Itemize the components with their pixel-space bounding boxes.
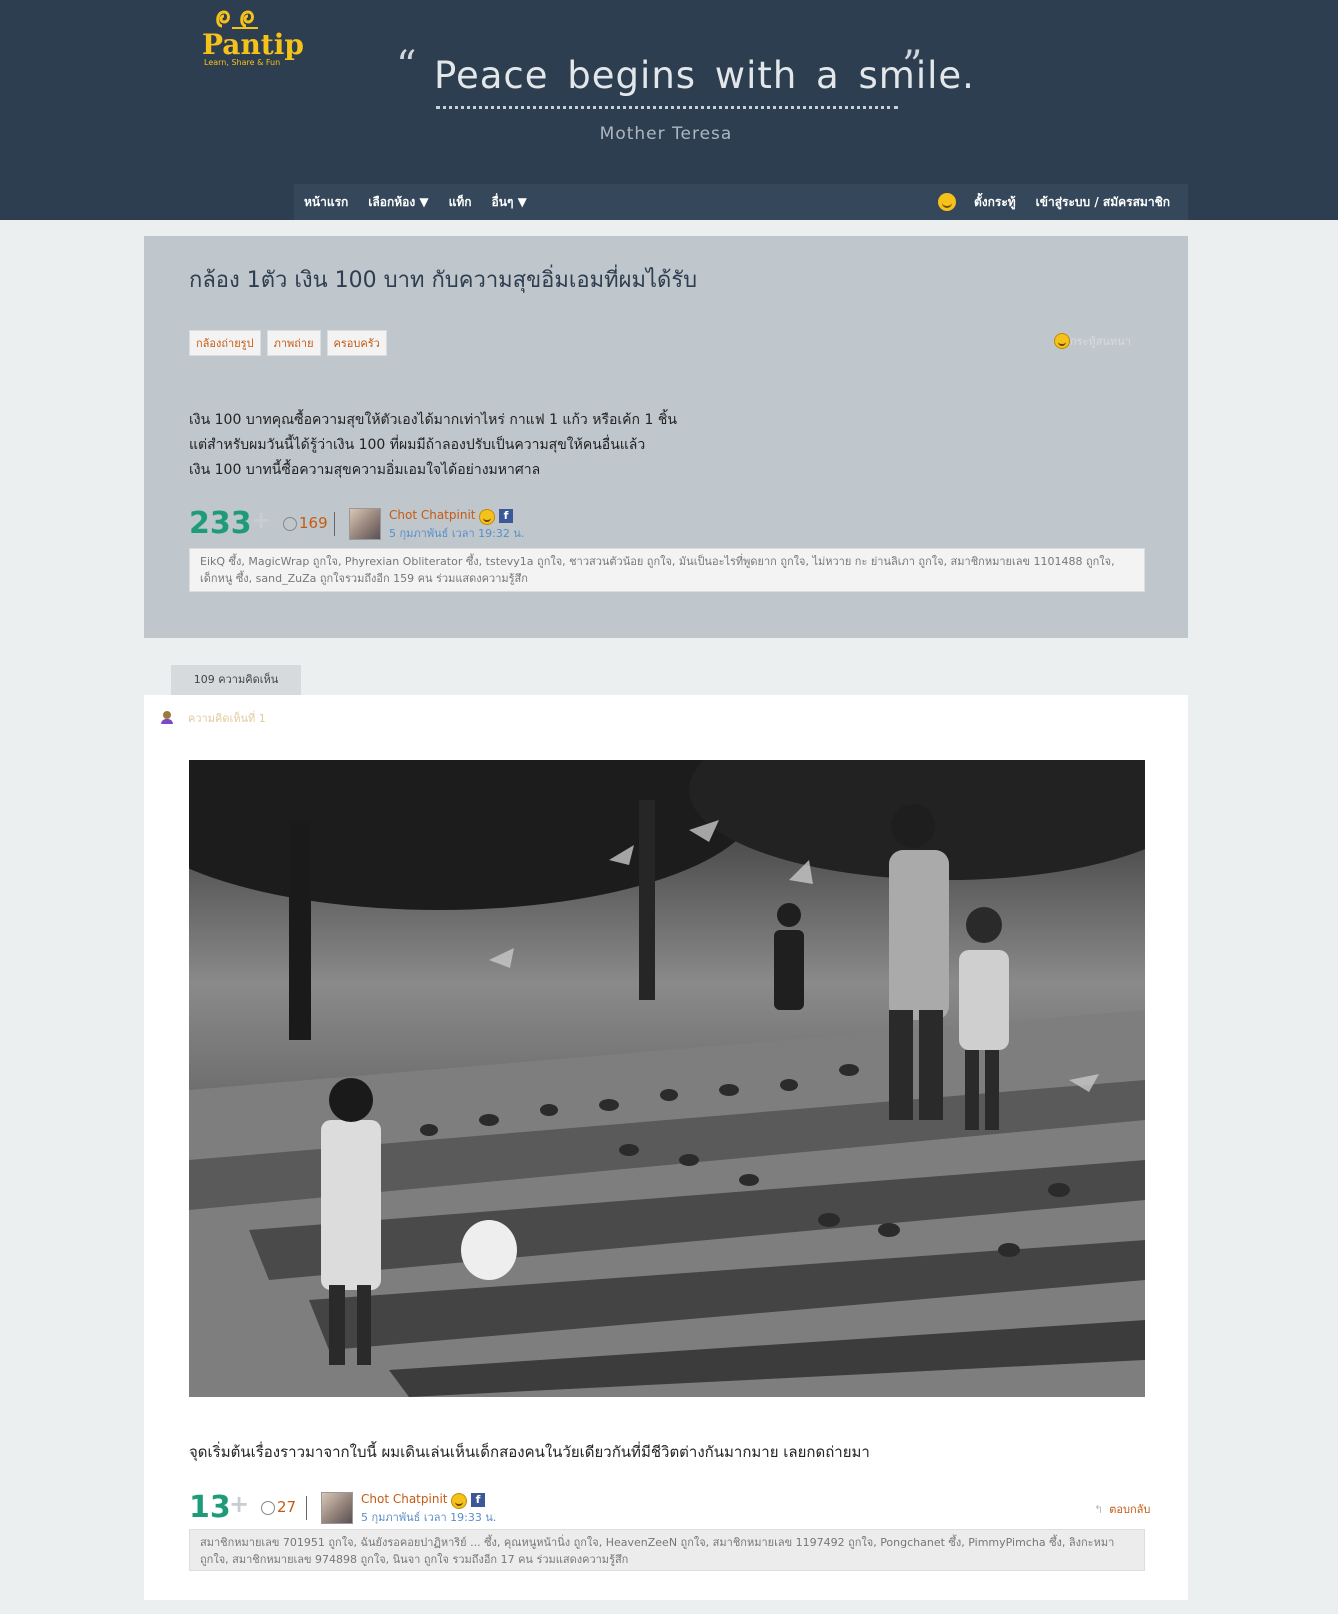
pantip-logo[interactable]: Pantip Learn, Share & Fun xyxy=(202,6,312,70)
post-date[interactable]: 5 กุมภาพันธ์ เวลา 19:32 น. xyxy=(389,524,524,542)
main-nav: หน้าแรก เลือกห้อง ▼ แท็ก อื่นๆ ▼ ตั้งกระ… xyxy=(294,184,1188,220)
tag-camera[interactable]: กล้องถ่ายรูป xyxy=(189,330,261,356)
comment-emotion-count: 27 xyxy=(277,1498,297,1516)
open-quote-mark: “ xyxy=(396,43,417,89)
comment-number: ความคิดเห็นที่ 1 xyxy=(188,712,266,725)
comment-reaction-list: สมาชิกหมายเลข 701951 ถูกใจ, ฉันยังรอคอยป… xyxy=(189,1529,1145,1571)
topic-box: กล้อง 1ตัว เงิน 100 บาท กับความสุขอิ่มเอ… xyxy=(144,236,1188,638)
quote-text: Peace begins with a smile. xyxy=(434,54,975,97)
new-topic-icon[interactable] xyxy=(937,193,956,211)
logo-tagline: Learn, Share & Fun xyxy=(204,58,281,67)
header-quote: “ Peace begins with a smile. ” xyxy=(396,43,974,116)
topic-body-line: เงิน 100 บาทคุณซื้อความสุขให้ตัวเองได้มา… xyxy=(189,412,677,428)
comment-emotion-counter[interactable]: 27 xyxy=(261,1498,296,1516)
reply-label: ตอบกลับ xyxy=(1109,1503,1151,1516)
nav-home[interactable]: หน้าแรก xyxy=(294,193,358,212)
tag-family[interactable]: ครอบครัว xyxy=(326,330,387,356)
topic-body-line: เงิน 100 บาทนี้ซื้อความสุขความอิ่มเอมใจไ… xyxy=(189,462,541,478)
user-icon xyxy=(160,711,174,725)
comment-header: ความคิดเห็นที่ 1 xyxy=(160,709,266,727)
topic-body: เงิน 100 บาทคุณซื้อความสุขให้ตัวเองได้มา… xyxy=(189,408,677,483)
vote-plus-button[interactable]: + xyxy=(251,506,271,534)
topic-body-line: แต่สำหรับผมวันนี้ได้รู้ว่าเงิน 100 ที่ผม… xyxy=(189,437,646,453)
emotion-face-icon xyxy=(283,516,297,531)
topic-tags: กล้องถ่ายรูป ภาพถ่าย ครอบครัว xyxy=(189,330,387,356)
facebook-icon[interactable]: f xyxy=(499,509,513,523)
discussion-type-icon xyxy=(1054,333,1070,349)
close-quote-mark: ” xyxy=(902,43,923,89)
login-register-link[interactable]: เข้าสู่ระบบ / สมัครสมาชิก xyxy=(1026,193,1180,212)
comment-count-tab[interactable]: 109 ความคิดเห็น xyxy=(171,665,301,695)
comment-author-name[interactable]: Chot Chatpinit xyxy=(361,1492,447,1506)
comment-photo xyxy=(189,760,1145,1397)
emotion-counter[interactable]: 169 xyxy=(283,514,328,532)
reply-icon: ↰ xyxy=(1094,1503,1104,1516)
nav-choose-room[interactable]: เลือกห้อง ▼ xyxy=(358,193,438,212)
member-badge-icon xyxy=(479,509,495,525)
vote-divider xyxy=(334,512,335,536)
nav-tags[interactable]: แท็ก xyxy=(439,193,482,212)
comment-date[interactable]: 5 กุมภาพันธ์ เวลา 19:33 น. xyxy=(361,1508,496,1526)
author-name[interactable]: Chot Chatpinit xyxy=(389,508,475,522)
topic-title: กล้อง 1ตัว เงิน 100 บาท กับความสุขอิ่มเอ… xyxy=(189,268,698,293)
reply-button[interactable]: ↰ ตอบกลับ xyxy=(1094,1500,1150,1518)
topic-vote-row: 233 + 169 Chot Chatpinit f 5 กุมภาพันธ์ … xyxy=(189,506,689,542)
reaction-list: EikQ ซึ้ง, MagicWrap ถูกใจ, Phyrexian Ob… xyxy=(189,548,1145,592)
topic-type: กระทู้สนทนา xyxy=(1054,332,1131,350)
topic-type-label: กระทู้สนทนา xyxy=(1070,335,1131,348)
member-badge-icon xyxy=(451,1493,467,1509)
comment-1: ความคิดเห็นที่ 1 จุดเริ่มต้นเรื่องราวมาจ… xyxy=(144,695,1188,1600)
comment-body: จุดเริ่มต้นเรื่องราวมาจากใบนี้ ผมเดินเล่… xyxy=(189,1443,870,1461)
comment-vote-count: 13 xyxy=(189,1490,231,1525)
nav-more[interactable]: อื่นๆ ▼ xyxy=(482,193,537,212)
emotion-count: 169 xyxy=(299,514,328,532)
author-avatar[interactable] xyxy=(349,508,381,540)
facebook-icon[interactable]: f xyxy=(471,1493,485,1507)
vote-count: 233 xyxy=(189,506,252,541)
tag-photo[interactable]: ภาพถ่าย xyxy=(266,330,321,356)
comment-author-avatar[interactable] xyxy=(321,1492,353,1524)
new-topic-link[interactable]: ตั้งกระทู้ xyxy=(964,193,1026,212)
emotion-face-icon xyxy=(261,1500,275,1515)
comment-vote-divider xyxy=(306,1496,307,1520)
site-header: Pantip Learn, Share & Fun “ Peace begins… xyxy=(0,0,1338,220)
comment-plus-button[interactable]: + xyxy=(229,1490,249,1518)
quote-divider xyxy=(436,106,898,109)
comment-vote-row: 13 + 27 Chot Chatpinit f 5 กุมภาพันธ์ เว… xyxy=(189,1490,1150,1526)
quote-author: Mother Teresa xyxy=(599,124,733,144)
logo-wordmark: Pantip xyxy=(202,28,304,61)
